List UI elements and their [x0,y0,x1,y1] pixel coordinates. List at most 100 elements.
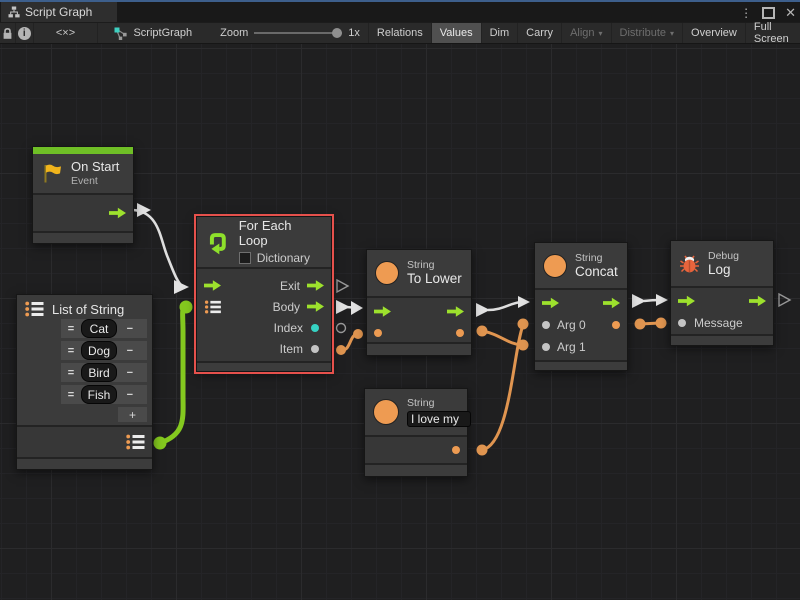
string-value-field[interactable] [407,411,471,427]
list-output-port[interactable] [126,434,145,450]
arg0-input-port[interactable] [542,321,550,329]
node-to-lower[interactable]: String To Lower [366,249,472,356]
distribute-label: Distribute [620,27,666,39]
body-port-label: Body [273,300,300,314]
chevron-down-icon: ▾ [599,29,603,38]
list-item-field[interactable] [81,363,117,382]
list-item-field[interactable] [81,319,117,338]
window-controls: ⋮ ✕ [740,5,796,21]
arg1-label: Arg 1 [557,340,586,354]
list-input-port[interactable] [204,300,222,314]
node-title: To Lower [407,271,462,287]
node-string-literal[interactable]: String [364,388,468,477]
code-view-button[interactable]: <×> [34,23,99,43]
event-color-bar [33,147,133,154]
flow-input-port[interactable] [678,295,695,307]
concat-footer [535,360,627,370]
overview-button[interactable]: Overview [683,23,746,43]
maximize-icon[interactable] [762,7,775,19]
carry-label: Carry [526,27,553,39]
foreach-body: Exit Body Index Item [197,267,331,361]
list-header: List of String = − = − = − = − [17,295,152,425]
flow-output-port[interactable] [749,295,766,307]
literal-header: String [365,389,467,435]
result-output-port[interactable] [612,321,620,329]
foreach-footer [197,361,331,371]
fullscreen-label: Full Screen [754,21,792,45]
close-icon[interactable]: ✕ [785,5,796,21]
node-subtitle: Event [71,175,119,187]
relations-button[interactable]: Relations [368,23,432,43]
tab-bar: Script Graph ⋮ ✕ [0,2,800,22]
log-body: Message [671,286,773,334]
flow-input-port[interactable] [542,297,559,309]
distribute-dropdown[interactable]: Distribute▾ [612,23,683,43]
index-port[interactable] [311,324,319,332]
string-input-port[interactable] [374,329,382,337]
align-dropdown[interactable]: Align▾ [562,23,611,43]
values-button[interactable]: Values [432,23,482,43]
log-footer [671,334,773,345]
body-port[interactable] [307,301,324,313]
item-port-label: Item [280,342,303,356]
tab-title: Script Graph [25,5,92,19]
list-item-field[interactable] [81,385,117,404]
list-item-row: = − [61,363,147,382]
graph-name-segment[interactable]: ScriptGraph [106,23,200,43]
message-input-port[interactable] [678,319,686,327]
loop-icon [205,229,231,255]
list-item-field[interactable] [81,341,117,360]
script-graph-icon [114,27,127,40]
dictionary-checkbox[interactable] [239,252,251,264]
flow-output-port[interactable] [603,297,620,309]
arg1-input-port[interactable] [542,343,550,351]
list-item-row: = − [61,385,147,404]
tab-script-graph[interactable]: Script Graph [1,2,117,22]
node-list-of-string[interactable]: List of String = − = − = − = − [16,294,153,470]
string-output-port[interactable] [452,446,460,454]
fullscreen-button[interactable]: Full Screen [746,23,800,43]
exit-port[interactable] [307,280,324,292]
literal-body [365,435,467,463]
remove-item-button[interactable]: − [121,389,133,401]
drag-handle-icon[interactable]: = [65,323,77,335]
list-body [17,425,152,457]
drag-handle-icon[interactable]: = [65,367,77,379]
dim-button[interactable]: Dim [482,23,519,43]
zoom-value: 1x [348,27,360,39]
list-footer [17,457,152,469]
node-on-start[interactable]: On Start Event [32,146,134,244]
node-category: Debug [708,250,739,262]
node-log[interactable]: Debug Log Message [670,240,774,346]
graph-toolbar: i <×> ScriptGraph Zoom 1x Relations Valu… [0,22,800,44]
drag-handle-icon[interactable]: = [65,389,77,401]
on-start-header: On Start Event [33,154,133,193]
graph-hierarchy-icon [8,6,20,18]
item-port[interactable] [311,345,319,353]
literal-footer [365,463,467,476]
zoom-label: Zoom [220,27,248,39]
node-title: For Each Loop [239,219,323,249]
remove-item-button[interactable]: − [121,345,133,357]
window-menu-icon[interactable]: ⋮ [740,5,752,21]
node-title: Concat [575,264,618,280]
carry-button[interactable]: Carry [518,23,562,43]
zoom-slider-handle[interactable] [332,28,342,38]
flow-input-port[interactable] [374,306,391,318]
node-for-each-loop[interactable]: For Each Loop Dictionary Exit Body Index [196,216,332,372]
remove-item-button[interactable]: − [121,323,133,335]
flow-input-port[interactable] [204,280,221,292]
remove-item-button[interactable]: − [121,367,133,379]
result-output-port[interactable] [456,329,464,337]
zoom-slider[interactable] [254,32,342,34]
bug-icon [679,254,700,274]
info-button[interactable]: i [16,23,33,43]
node-concat[interactable]: String Concat Arg 0 Arg 1 [534,242,628,371]
graph-name: ScriptGraph [133,27,192,39]
flow-output-port[interactable] [447,306,464,318]
drag-handle-icon[interactable]: = [65,345,77,357]
add-item-button[interactable]: + [118,407,147,422]
values-label: Values [440,27,473,39]
lock-button[interactable] [0,23,16,43]
flow-output-port[interactable] [109,207,126,219]
